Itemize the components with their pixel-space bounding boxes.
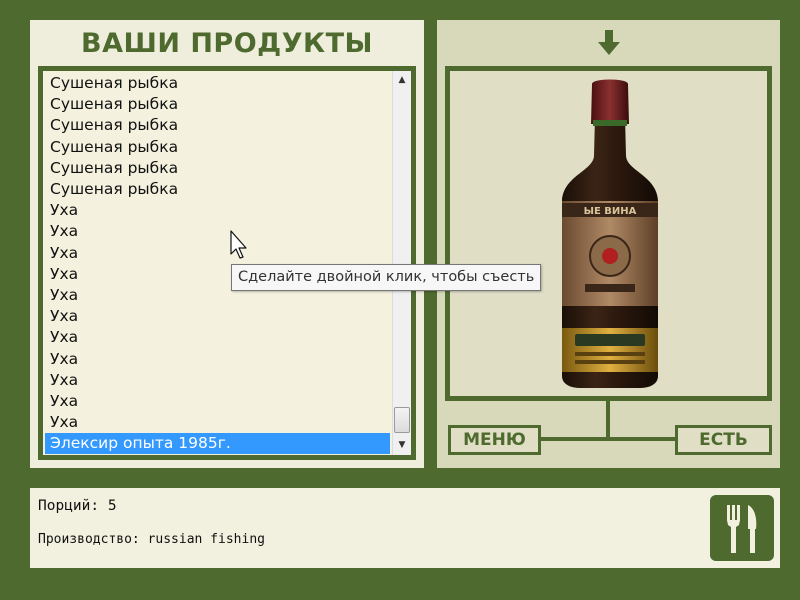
list-item[interactable]: Уха: [45, 200, 390, 221]
list-item[interactable]: Сушеная рыбка: [45, 115, 390, 136]
wine-bottle-image: ЫЕ ВИНА: [562, 79, 658, 388]
list-item[interactable]: Элексир опыта 1985г.: [45, 433, 390, 455]
arrow-down-icon: [598, 30, 620, 55]
eat-button[interactable]: ЕСТЬ: [675, 425, 772, 455]
product-info-panel: Порций: 5 Производство: russian fishing: [30, 488, 780, 568]
mouse-cursor-icon: [230, 230, 247, 259]
list-item[interactable]: Сушеная рыбка: [45, 94, 390, 115]
list-item[interactable]: Уха: [45, 221, 390, 242]
list-item[interactable]: Уха: [45, 370, 390, 391]
list-item[interactable]: Уха: [45, 327, 390, 348]
producer-text: Производство: russian fishing: [38, 532, 265, 547]
list-item[interactable]: Уха: [45, 243, 390, 264]
list-item[interactable]: Уха: [45, 349, 390, 370]
products-panel: ВАШИ ПРОДУКТЫ Сушеная рыбка Сушеная рыбка…: [30, 20, 424, 468]
list-item[interactable]: Сушеная рыбка: [45, 179, 390, 200]
fork-knife-icon: [710, 495, 774, 561]
product-image-area: ЫЕ ВИНА: [450, 71, 767, 396]
products-list[interactable]: Сушеная рыбка Сушеная рыбка Сушеная рыбка С…: [43, 71, 411, 455]
panel-title: ВАШИ ПРОДУКТЫ: [81, 28, 373, 59]
menu-button[interactable]: МЕНЮ: [448, 425, 541, 455]
list-item[interactable]: Уха: [45, 306, 390, 327]
scrollbar-thumb[interactable]: [394, 407, 410, 433]
list-item[interactable]: Сушеная рыбка: [45, 73, 390, 94]
list-item[interactable]: Сушеная рыбка: [45, 137, 390, 158]
tooltip: Сделайте двойной клик, чтобы съесть: [231, 264, 542, 291]
list-item[interactable]: Уха: [45, 391, 390, 412]
portions-text: Порций: 5: [38, 498, 117, 514]
list-item[interactable]: Уха: [45, 412, 390, 433]
scroll-up-arrow-icon[interactable]: ▲: [393, 72, 411, 89]
product-image-frame: ЫЕ ВИНА: [445, 66, 772, 401]
svg-text:ЫЕ ВИНА: ЫЕ ВИНА: [584, 206, 637, 217]
scroll-down-arrow-icon[interactable]: ▼: [393, 437, 411, 454]
list-item[interactable]: Сушеная рыбка: [45, 158, 390, 179]
preview-panel: ЫЕ ВИНА МЕНЮ ЕСТЬ: [437, 20, 780, 468]
products-list-frame: Сушеная рыбка Сушеная рыбка Сушеная рыбка С…: [38, 66, 416, 460]
list-scrollbar[interactable]: ▲ ▼: [392, 71, 411, 455]
